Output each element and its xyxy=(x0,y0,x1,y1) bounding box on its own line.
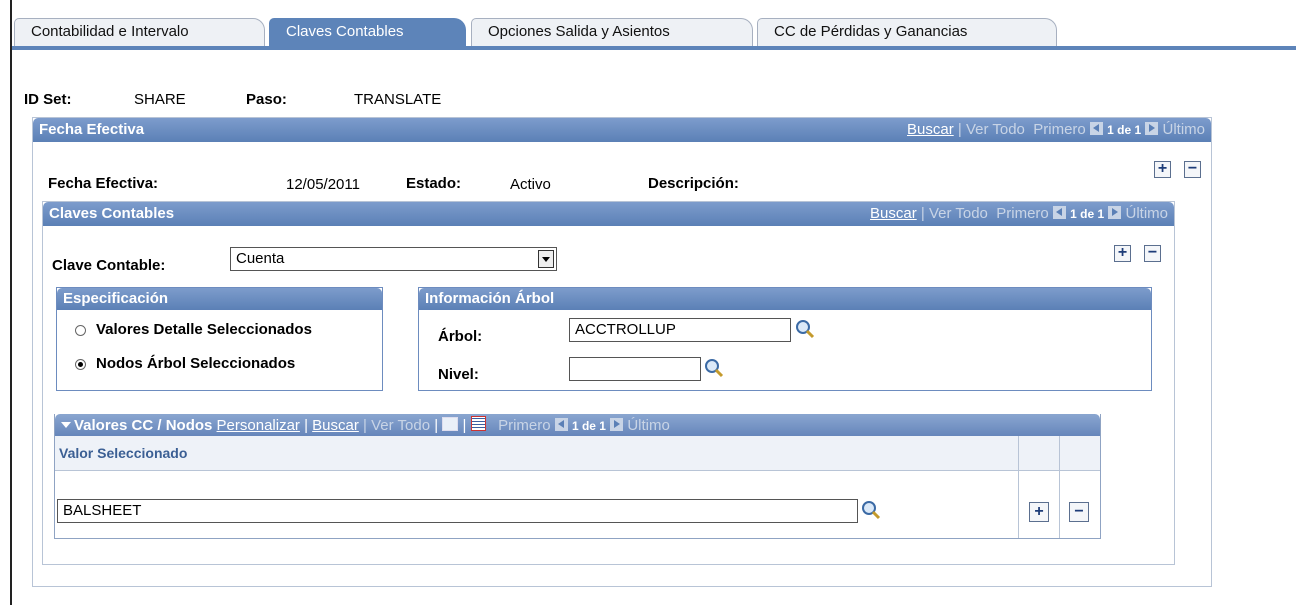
download-icon[interactable] xyxy=(470,416,486,431)
arbol-label: Árbol: xyxy=(438,328,483,345)
tab-claves-contables[interactable]: Claves Contables xyxy=(269,18,466,46)
valores-detalle-label: Valores Detalle Seleccionados xyxy=(96,321,312,338)
primero-link: Primero xyxy=(996,205,1049,222)
delete-row-icon[interactable]: − xyxy=(1144,245,1161,262)
primero-link: Primero xyxy=(498,417,551,434)
row-count: 1 de 1 xyxy=(1107,123,1142,137)
separator: | xyxy=(920,205,925,222)
tab-cc-perdidas-ganancias[interactable]: CC de Pérdidas y Ganancias xyxy=(757,18,1057,46)
tab-label: Claves Contables xyxy=(286,23,404,40)
ultimo-link: Último xyxy=(627,417,670,434)
arbol-input[interactable]: ACCTROLLUP xyxy=(569,318,791,342)
ultimo-link: Último xyxy=(1162,121,1205,138)
ver-todo-link: Ver Todo xyxy=(965,121,1025,138)
fecha-efectiva-title: Fecha Efectiva xyxy=(39,121,145,138)
column-divider xyxy=(1059,436,1060,470)
previous-arrow-icon xyxy=(1052,206,1066,219)
delete-row-icon[interactable]: − xyxy=(1184,161,1201,178)
delete-row-icon[interactable]: − xyxy=(1069,502,1089,522)
lookup-icon[interactable] xyxy=(794,318,816,340)
add-row-icon[interactable]: + xyxy=(1154,161,1171,178)
column-header-valor: Valor Seleccionado xyxy=(59,445,188,461)
lookup-icon[interactable] xyxy=(703,357,725,379)
next-arrow-icon xyxy=(1108,206,1122,219)
buscar-link[interactable]: Buscar xyxy=(907,121,954,138)
ver-todo-link: Ver Todo xyxy=(928,205,988,222)
page-frame-border xyxy=(10,0,12,605)
ver-todo-link: Ver Todo xyxy=(371,417,431,434)
clave-contable-select[interactable]: Cuenta xyxy=(230,247,557,271)
column-divider xyxy=(1018,436,1019,470)
fecha-efectiva-value: 12/05/2011 xyxy=(286,176,360,193)
row-count: 1 de 1 xyxy=(571,419,606,433)
grid-column-header-row: Valor Seleccionado xyxy=(55,436,1100,471)
next-arrow-icon xyxy=(1145,122,1159,135)
separator: | xyxy=(304,417,308,434)
nodos-arbol-label: Nodos Árbol Seleccionados xyxy=(96,355,296,372)
lookup-icon[interactable] xyxy=(860,499,882,521)
previous-arrow-icon xyxy=(554,418,568,431)
next-arrow-icon xyxy=(610,418,624,431)
previous-arrow-icon xyxy=(1089,122,1103,135)
valores-grid-header: Valores CC / Nodos Personalizar | Buscar… xyxy=(55,414,1100,436)
separator: | xyxy=(434,417,439,434)
ultimo-link: Último xyxy=(1125,205,1168,222)
separator: | xyxy=(957,121,962,138)
especificacion-group: Especificación xyxy=(56,287,383,391)
estado-value: Activo xyxy=(510,176,551,193)
tab-underline xyxy=(12,46,1296,50)
nivel-input[interactable] xyxy=(569,357,701,381)
especificacion-title: Especificación xyxy=(57,288,382,310)
arbol-info-title: Información Árbol xyxy=(419,288,1151,310)
descripcion-label: Descripción: xyxy=(648,175,739,192)
valor-seleccionado-input[interactable]: BALSHEET xyxy=(57,499,858,523)
zoom-icon[interactable] xyxy=(442,417,459,431)
tab-label: Contabilidad e Intervalo xyxy=(31,23,189,40)
separator: | xyxy=(363,417,367,434)
setid-value: SHARE xyxy=(134,91,186,108)
clave-contable-label: Clave Contable: xyxy=(52,257,166,274)
nodos-arbol-radio[interactable] xyxy=(75,359,86,370)
add-row-icon[interactable]: + xyxy=(1029,502,1049,522)
collapse-icon[interactable] xyxy=(61,422,71,428)
tab-opciones-salida[interactable]: Opciones Salida y Asientos xyxy=(471,18,753,46)
nivel-label: Nivel: xyxy=(438,366,479,383)
claves-contables-nav: Buscar | Ver Todo Primero 1 de 1 Último xyxy=(870,205,1168,222)
setid-label: ID Set: xyxy=(24,91,72,108)
estado-label: Estado: xyxy=(406,175,462,192)
row-count: 1 de 1 xyxy=(1070,207,1105,221)
dropdown-arrow-icon[interactable] xyxy=(538,250,554,268)
buscar-link[interactable]: Buscar xyxy=(312,417,359,434)
claves-contables-title: Claves Contables xyxy=(49,205,175,222)
clave-contable-value: Cuenta xyxy=(236,250,285,267)
paso-value: TRANSLATE xyxy=(354,91,442,108)
tab-contabilidad-intervalo[interactable]: Contabilidad e Intervalo xyxy=(14,18,265,46)
add-row-icon[interactable]: + xyxy=(1114,245,1131,262)
personalizar-link[interactable]: Personalizar xyxy=(217,417,300,434)
fecha-efectiva-nav: Buscar | Ver Todo Primero 1 de 1 Último xyxy=(907,121,1205,138)
tab-label: CC de Pérdidas y Ganancias xyxy=(774,23,968,40)
fecha-efectiva-header: Fecha Efectiva Buscar | Ver Todo Primero… xyxy=(33,118,1211,142)
primero-link: Primero xyxy=(1033,121,1086,138)
fecha-efectiva-label: Fecha Efectiva: xyxy=(48,175,159,192)
column-divider xyxy=(1059,470,1060,538)
column-divider xyxy=(1018,470,1019,538)
buscar-link[interactable]: Buscar xyxy=(870,205,917,222)
paso-label: Paso: xyxy=(246,91,287,108)
separator: | xyxy=(462,417,467,434)
claves-contables-header: Claves Contables Buscar | Ver Todo Prime… xyxy=(43,202,1174,226)
tab-label: Opciones Salida y Asientos xyxy=(488,23,670,40)
valores-detalle-radio[interactable] xyxy=(75,325,86,336)
valores-grid-title: Valores CC / Nodos xyxy=(74,417,213,434)
